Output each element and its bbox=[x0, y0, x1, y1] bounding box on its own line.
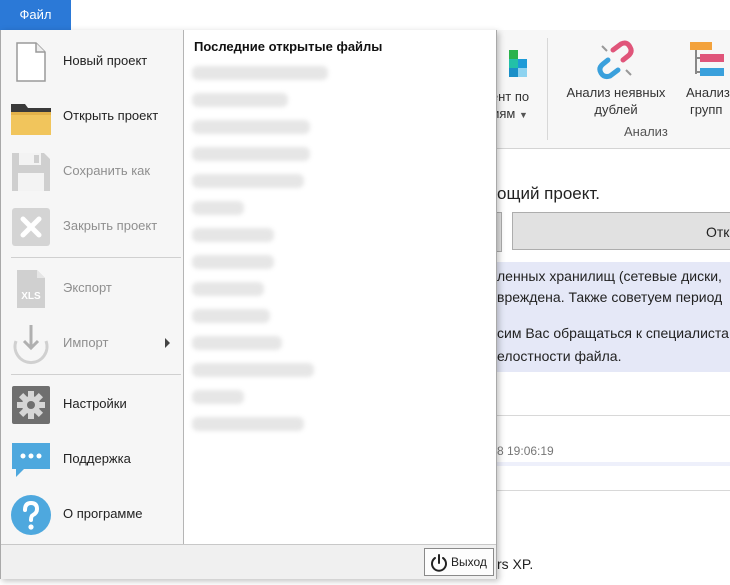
ribbon-separator bbox=[547, 38, 548, 140]
menu-item-label: Экспорт bbox=[63, 280, 112, 295]
exit-button-label: Выход bbox=[451, 555, 487, 569]
file-tab[interactable]: Файл bbox=[0, 0, 71, 30]
menu-item-about[interactable]: О программе bbox=[1, 488, 183, 540]
ribbon-button-group-analysis[interactable]: Анализ групп bbox=[680, 40, 730, 118]
divider bbox=[485, 490, 730, 491]
menu-item-save-as[interactable]: Сохранить как bbox=[1, 145, 183, 197]
recent-file-item[interactable] bbox=[192, 201, 244, 215]
submenu-arrow-icon bbox=[165, 338, 170, 348]
menu-item-support[interactable]: Поддержка bbox=[1, 433, 183, 485]
menu-item-open-project[interactable]: Открыть проект bbox=[1, 90, 183, 142]
menu-item-label: Импорт bbox=[63, 335, 109, 350]
notice-line: сим Вас обращаться к специалиста bbox=[497, 325, 729, 341]
menu-item-label: Поддержка bbox=[63, 451, 131, 466]
menu-item-settings[interactable]: Настройки bbox=[1, 378, 183, 430]
recent-file-item[interactable] bbox=[192, 228, 274, 242]
file-menu: Новый проект Открыть проект Сохранить ка… bbox=[0, 30, 497, 579]
folder-icon bbox=[11, 104, 51, 135]
notice-box: ленных хранилищ (сетевые диски, вреждена… bbox=[485, 262, 730, 372]
menu-item-label: О программе bbox=[63, 506, 143, 521]
gear-icon bbox=[12, 386, 50, 424]
close-icon bbox=[12, 208, 50, 246]
chat-icon bbox=[12, 443, 50, 477]
os-note: rs XP. bbox=[497, 556, 534, 572]
recent-file-item[interactable] bbox=[192, 93, 288, 107]
menu-item-import[interactable]: Импорт bbox=[1, 317, 183, 369]
divider bbox=[485, 415, 730, 416]
highlight-bar bbox=[485, 462, 730, 466]
menu-item-label: Сохранить как bbox=[63, 163, 151, 178]
notice-line: ленных хранилищ (сетевые диски, bbox=[497, 268, 722, 284]
recent-files-pane: Последние открытые файлы bbox=[184, 30, 496, 544]
menu-item-label: Новый проект bbox=[63, 53, 148, 68]
recent-file-item[interactable] bbox=[192, 309, 270, 323]
notice-line: елостности файла. bbox=[497, 348, 622, 364]
ribbon-btn2-line2: дублей bbox=[594, 102, 638, 117]
help-icon bbox=[11, 495, 51, 535]
xls-file-icon: XLS bbox=[17, 270, 45, 308]
recent-file-item[interactable] bbox=[192, 282, 264, 296]
recent-file-item[interactable] bbox=[192, 120, 310, 134]
dropdown-arrow-icon: ▼ bbox=[518, 110, 528, 120]
new-file-icon bbox=[16, 42, 46, 82]
menu-footer: Выход bbox=[1, 544, 496, 579]
open-project-button[interactable]: Отк bbox=[512, 212, 730, 250]
import-icon bbox=[13, 325, 49, 364]
menu-separator bbox=[11, 374, 181, 375]
menu-item-export[interactable]: XLS Экспорт bbox=[1, 262, 183, 314]
power-icon bbox=[431, 554, 447, 572]
recent-file-item[interactable] bbox=[192, 255, 274, 269]
recent-file-item[interactable] bbox=[192, 417, 304, 431]
broken-link-icon bbox=[597, 40, 634, 80]
ribbon-group-label: Анализ bbox=[624, 124, 668, 139]
exit-button[interactable]: Выход bbox=[424, 548, 494, 576]
menu-item-close-project[interactable]: Закрыть проект bbox=[1, 200, 183, 252]
recent-file-item[interactable] bbox=[192, 363, 314, 377]
notice-line: вреждена. Также советуем период bbox=[497, 289, 723, 305]
save-icon bbox=[12, 153, 50, 191]
ribbon-btn3-line1: Анализ bbox=[686, 85, 730, 100]
recent-files-title: Последние открытые файлы bbox=[194, 39, 383, 54]
hierarchy-icon bbox=[690, 42, 724, 76]
menu-commands: Новый проект Открыть проект Сохранить ка… bbox=[1, 30, 184, 544]
recent-file-item[interactable] bbox=[192, 390, 244, 404]
ribbon-button-implicit-duplicates[interactable]: Анализ неявных дублей bbox=[560, 40, 672, 118]
timestamp: 8 19:06:19 bbox=[497, 444, 554, 458]
ribbon-btn2-line1: Анализ неявных bbox=[566, 85, 666, 100]
menu-item-label: Настройки bbox=[63, 396, 127, 411]
recent-file-item[interactable] bbox=[192, 66, 328, 80]
menu-item-label: Закрыть проект bbox=[63, 218, 158, 233]
page-heading: ощий проект. bbox=[497, 184, 600, 203]
menu-item-new-project[interactable]: Новый проект bbox=[1, 35, 183, 87]
ribbon-btn3-line2: групп bbox=[690, 102, 723, 117]
recent-file-item[interactable] bbox=[192, 174, 304, 188]
menu-separator bbox=[11, 257, 181, 258]
color-grid-icon bbox=[509, 50, 527, 77]
recent-file-item[interactable] bbox=[192, 336, 282, 350]
recent-file-item[interactable] bbox=[192, 147, 310, 161]
svg-text:XLS: XLS bbox=[21, 291, 41, 302]
menu-item-label: Открыть проект bbox=[63, 108, 159, 123]
